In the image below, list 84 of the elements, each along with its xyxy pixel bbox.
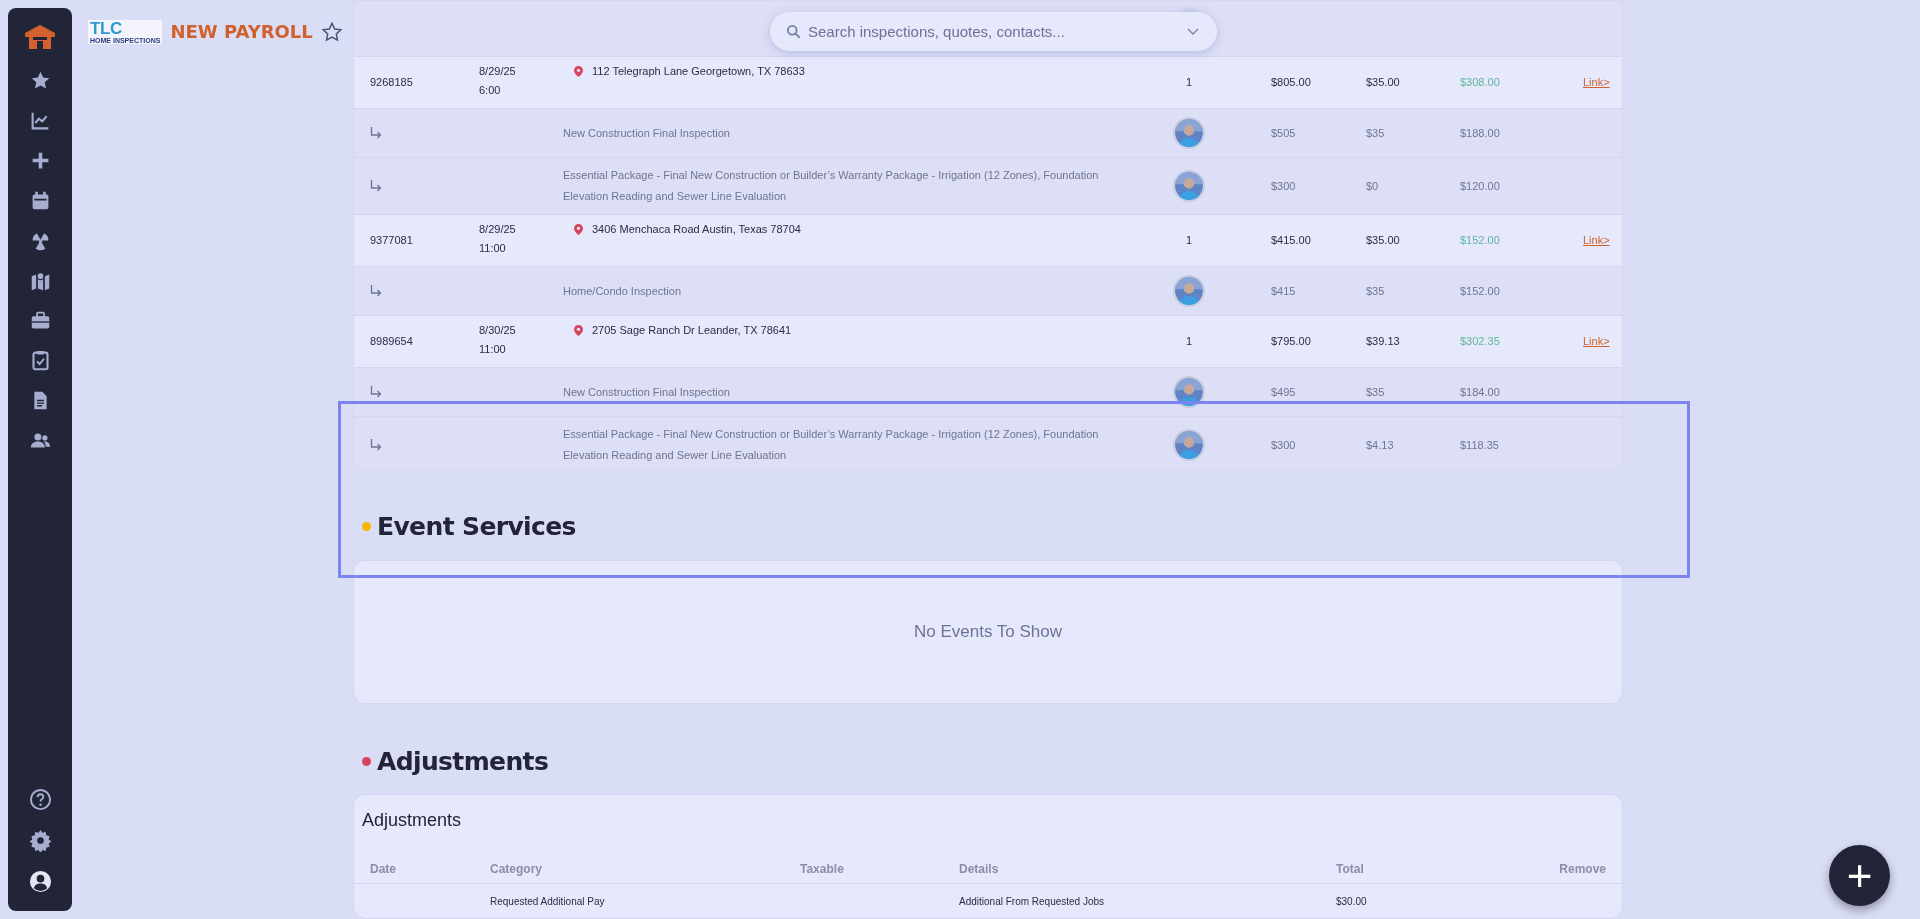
location-pin-icon [574,324,583,336]
favorite-star-icon[interactable] [320,20,343,43]
column-header: Date [370,860,397,878]
inspection-id: 9268185 [370,75,414,91]
price: $795.00 [1271,334,1312,350]
sub-item-arrow-icon [370,127,382,139]
map-icon[interactable] [29,270,51,291]
add-button[interactable]: + [1829,845,1890,906]
column-header: Details [959,860,1000,878]
service-price: $300 [1271,437,1297,453]
service-price: $300 [1271,178,1297,194]
inspection-address: 112 Telegraph Lane Georgetown, TX 78633 [592,64,805,79]
inspection-address: 2705 Sage Ranch Dr Leander, TX 78641 [592,323,792,338]
inspection-id: 8989654 [370,334,414,350]
service-fee: $35 [1366,283,1386,299]
payout-total: $308.00 [1460,75,1501,91]
table-cell-text: Additional From Requested Jobs [959,894,1106,909]
card-title: Adjustments [362,810,462,830]
payout-total: $152.00 [1460,233,1501,249]
sub-item-arrow-icon [370,386,382,398]
inspection-time: 6:00 [479,83,502,98]
service-name: Home/Condo Inspection [563,283,682,299]
service-fee: $35 [1366,384,1386,400]
service-price: $505 [1271,125,1297,141]
service-name: New Construction Final Inspection [563,125,731,141]
service-fee: $4.13 [1366,437,1395,453]
chevron-down-icon[interactable] [1187,28,1199,36]
payout-total: $302.35 [1460,334,1501,350]
inspection-date: 8/29/25 [479,222,517,237]
table-cell-text: $30.00 [1336,894,1368,909]
service-price: $415 [1271,283,1297,299]
page-title: NEW PAYROLL [170,20,313,44]
service-total: $120.00 [1460,178,1501,194]
service-name: Essential Package - Final New Construction or Builder’s Warranty Package - Irrigation (12 Zones), Foundation Elevation Reading and Sewer Line Evaluation [563,168,1100,204]
column-header: Remove [1558,860,1606,878]
inspection-time: 11:00 [479,241,507,256]
details-link[interactable]: Link> [1583,74,1610,91]
inspection-address: 3406 Menchaca Road Austin, Texas 78704 [592,222,801,237]
star-icon[interactable] [29,70,51,91]
chart-icon[interactable] [29,110,51,131]
table-cell-text: Requested Additional Pay [490,894,606,909]
service-name: Essential Package - Final New Construction or Builder’s Warranty Package - Irrigation (12 Zones), Foundation Elevation Reading and Sewer Line Evaluation [563,427,1100,463]
quantity: 1 [1184,233,1194,249]
clipboard-check-icon[interactable] [29,350,51,371]
fee: $39.13 [1366,334,1401,350]
service-fee: $0 [1366,178,1380,194]
service-total: $152.00 [1460,283,1501,299]
sub-item-arrow-icon [370,180,382,192]
empty-message: No Events To Show [913,621,1062,644]
service-price: $495 [1271,384,1297,400]
help-icon[interactable] [28,788,52,811]
details-link[interactable]: Link> [1583,232,1610,249]
section-heading: Event Services [377,510,576,543]
inspection-date: 8/30/25 [479,323,517,338]
details-link[interactable]: Link> [1583,333,1610,350]
location-pin-icon [574,65,583,77]
service-total: $118.35 [1460,437,1500,453]
price: $415.00 [1271,233,1312,249]
service-name: New Construction Final Inspection [563,384,731,400]
sub-item-arrow-icon [370,439,382,451]
service-total: $184.00 [1460,384,1501,400]
home-logo-icon[interactable] [25,25,55,49]
inspection-date: 8/29/25 [479,64,517,79]
quantity: 1 [1184,75,1194,91]
price: $805.00 [1271,75,1312,91]
column-header: Total [1336,860,1365,878]
fee: $35.00 [1366,233,1401,249]
fee: $35.00 [1366,75,1401,91]
account-icon[interactable] [28,870,52,893]
search-icon [786,24,801,39]
quantity: 1 [1184,334,1194,350]
location-pin-icon [574,223,583,235]
column-header: Taxable [800,860,845,878]
column-header: Category [490,860,543,878]
inspection-time: 11:00 [479,342,507,357]
logo-text: TLC [90,19,122,37]
sub-item-arrow-icon [370,285,382,297]
service-fee: $35 [1366,125,1386,141]
section-heading: Adjustments [377,745,549,778]
search-field[interactable]: Search inspections, quotes, contacts... [770,12,1217,51]
settings-icon[interactable] [28,829,52,852]
service-total: $188.00 [1460,125,1501,141]
inspection-id: 9377081 [370,233,414,249]
briefcase-icon[interactable] [29,310,51,331]
